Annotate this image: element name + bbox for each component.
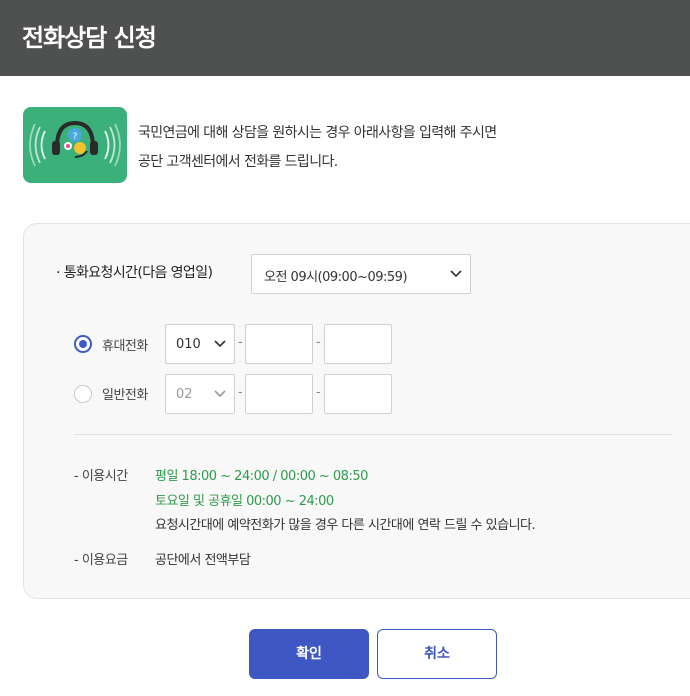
- chevron-down-icon: [450, 270, 462, 278]
- fee-value: 공단에서 전액부담: [155, 553, 251, 568]
- intro-description: 국민연금에 대해 상담을 원하시는 경우 아래사항을 입력해 주시면 공단 고객…: [138, 119, 497, 177]
- phone-separator: -: [316, 335, 321, 350]
- intro-line-1: 국민연금에 대해 상담을 원하시는 경우 아래사항을 입력해 주시면: [138, 125, 497, 141]
- cancel-button[interactable]: 취소: [377, 629, 497, 679]
- mobile-middle-input[interactable]: [245, 324, 313, 364]
- chevron-down-icon: [214, 340, 226, 348]
- confirm-button[interactable]: 확인: [249, 629, 369, 679]
- landline-prefix-value: 02: [176, 387, 193, 402]
- hours-weekday: 평일 18:00 ~ 24:00 / 00:00 ~ 08:50: [155, 469, 368, 484]
- chevron-down-icon: [214, 390, 226, 398]
- headset-chat-icon: ?: [23, 107, 127, 183]
- page-title: 전화상담 신청: [22, 24, 157, 52]
- mobile-phone-label: 휴대전화: [102, 339, 148, 354]
- hours-label: - 이용시간: [74, 469, 128, 484]
- intro-line-2: 공단 고객센터에서 전화를 드립니다.: [138, 154, 338, 170]
- mobile-prefix-value: 010: [176, 337, 201, 352]
- svg-text:?: ?: [73, 132, 78, 142]
- call-time-select[interactable]: 오전 09시(09:00~09:59): [251, 254, 471, 294]
- mobile-phone-radio[interactable]: [74, 335, 92, 353]
- landline-last-input[interactable]: [324, 374, 392, 414]
- mobile-prefix-select[interactable]: 010: [165, 324, 235, 364]
- landline-middle-input[interactable]: [245, 374, 313, 414]
- landline-prefix-select[interactable]: 02: [165, 374, 235, 414]
- call-time-label: · 통화요청시간(다음 영업일): [56, 265, 213, 281]
- phone-separator: -: [238, 335, 243, 350]
- hours-note: 요청시간대에 예약전화가 많을 경우 다른 시간대에 연락 드릴 수 있습니다.: [155, 518, 536, 533]
- phone-separator: -: [316, 385, 321, 400]
- hours-weekend: 토요일 및 공휴일 00:00 ~ 24:00: [155, 494, 334, 509]
- call-time-selected-value: 오전 09시(09:00~09:59): [264, 270, 408, 285]
- phone-separator: -: [238, 385, 243, 400]
- landline-phone-label: 일반전화: [102, 388, 148, 403]
- page-header: 전화상담 신청: [0, 0, 690, 76]
- form-divider: [74, 434, 672, 435]
- mobile-last-input[interactable]: [324, 324, 392, 364]
- landline-phone-radio[interactable]: [74, 385, 92, 403]
- fee-label: - 이용요금: [74, 553, 128, 568]
